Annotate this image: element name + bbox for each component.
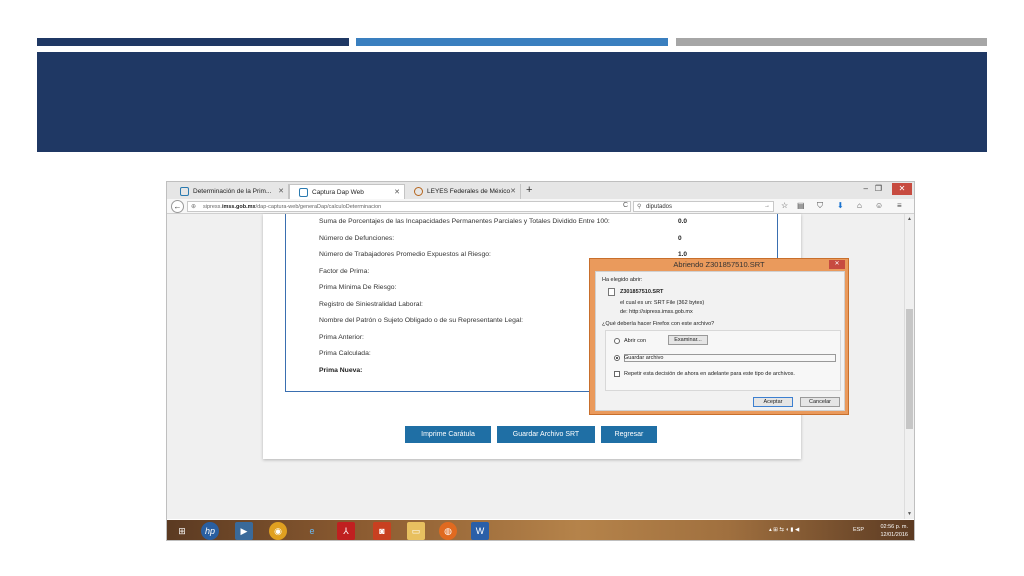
internet-explorer-icon[interactable]: e xyxy=(303,522,321,540)
imss-tab-icon xyxy=(180,187,189,196)
tab-label: LEYES Federales de México xyxy=(427,188,511,195)
pocket-icon[interactable]: ⛉ xyxy=(817,201,823,211)
tab-captura-dap[interactable]: Captura Dap Web ✕ xyxy=(289,184,405,199)
imss-tab-icon xyxy=(299,188,308,197)
tray-icons[interactable]: ▴ ⊞ ⇆ ◖ ▮ ◀ xyxy=(769,527,799,533)
nav-bar: ← ⊕ sipress.imss.gob.mx/dap-captura-web/… xyxy=(167,199,914,214)
reload-icon[interactable]: C xyxy=(623,202,628,209)
firefox-icon[interactable]: ◍ xyxy=(439,522,457,540)
row-label: Registro de Siniestralidad Laboral: xyxy=(319,301,423,308)
file-icon xyxy=(608,288,615,296)
hp-icon[interactable]: hp xyxy=(201,522,219,540)
action-group: Abrir con Examinar... Guardar archivo Re… xyxy=(605,330,841,391)
download-icon[interactable]: ⬇ xyxy=(837,201,844,210)
site-info-icon[interactable]: ⊕ xyxy=(191,203,196,210)
url-prefix: sipress. xyxy=(203,204,222,210)
remember-label: Repetir esta decisión de ahora en adelan… xyxy=(624,371,795,377)
minimize-icon[interactable]: – xyxy=(864,184,868,193)
home-icon[interactable]: ⌂ xyxy=(857,201,862,210)
chosen-label: Ha elegido abrir: xyxy=(602,277,643,283)
page-content: Suma de Porcentajes de las Incapacidades… xyxy=(167,214,906,519)
tab-determinacion[interactable]: Determinación de la Prim... ✕ xyxy=(171,184,289,199)
save-file-label: Guardar archivo xyxy=(624,355,664,361)
file-explorer-icon[interactable]: ▭ xyxy=(407,522,425,540)
close-tab-icon[interactable]: ✕ xyxy=(510,187,516,195)
row-label: Suma de Porcentajes de las Incapacidades… xyxy=(319,218,610,225)
row-label: Nombre del Patrón o Sujeto Obligado o de… xyxy=(319,317,524,324)
media-player-icon[interactable]: ▶ xyxy=(235,522,253,540)
save-file-radio[interactable] xyxy=(614,355,620,361)
row-label: Número de Defunciones: xyxy=(319,235,395,242)
close-tab-icon[interactable]: ✕ xyxy=(278,187,284,195)
scroll-up-icon[interactable]: ▲ xyxy=(907,216,912,222)
row-label: Número de Trabajadores Promedio Expuesto… xyxy=(319,251,491,258)
acrobat-icon[interactable]: ⅄ xyxy=(337,522,355,540)
url-host: imss.gob.mx xyxy=(221,204,256,210)
close-tab-icon[interactable]: ✕ xyxy=(394,188,400,196)
title-banner xyxy=(37,52,987,152)
scroll-down-icon[interactable]: ▼ xyxy=(907,511,912,517)
cancel-button[interactable]: Cancelar xyxy=(800,397,840,407)
window-close-icon[interactable]: ✕ xyxy=(892,183,912,195)
open-with-radio[interactable] xyxy=(614,338,620,344)
download-dialog: Abriendo Z301857510.SRT ✕ Ha elegido abr… xyxy=(589,258,849,415)
dialog-title: Abriendo Z301857510.SRT xyxy=(673,260,765,269)
row-value: 1.0 xyxy=(678,251,688,258)
page-scrollbar[interactable]: ▲ ▼ xyxy=(904,214,914,519)
dialog-body: Ha elegido abrir: Z301857510.SRT el cual… xyxy=(595,271,845,411)
search-icon: ⚲ xyxy=(637,204,642,210)
tab-label: Captura Dap Web xyxy=(312,189,364,196)
back-arrow-icon[interactable]: ← xyxy=(171,200,184,213)
row-label: Prima Mínima De Riesgo: xyxy=(319,284,397,291)
file-source: de: http://sipress.imss.gob.mx xyxy=(620,309,693,315)
row-label: Prima Calculada: xyxy=(319,350,371,357)
scroll-thumb[interactable] xyxy=(906,309,913,429)
clock-time: 02:56 p. m. xyxy=(880,524,908,530)
restore-icon[interactable]: ❐ xyxy=(875,184,882,193)
tab-leyes-federales[interactable]: LEYES Federales de México ✕ xyxy=(405,184,521,199)
header-bar-blue xyxy=(356,38,668,46)
row-label: Prima Anterior: xyxy=(319,334,364,341)
browse-button[interactable]: Examinar... xyxy=(668,335,708,345)
print-cover-button[interactable]: Imprime Carátula xyxy=(405,426,491,443)
windows-taskbar: ⊞ hp ▶ ◉ e ⅄ ◙ ▭ ◍ W ▴ ⊞ ⇆ ◖ ▮ ◀ ESP 02:… xyxy=(167,520,914,540)
reading-list-icon[interactable]: ▤ xyxy=(797,201,805,210)
url-path: /dap-captura-web/generaDap/calculoDeterm… xyxy=(255,204,382,210)
tab-label: Determinación de la Prim... xyxy=(193,188,272,195)
back-button[interactable]: Regresar xyxy=(601,426,657,443)
browser-screenshot: Determinación de la Prim... ✕ Captura Da… xyxy=(166,181,915,541)
row-label: Prima Nueva: xyxy=(319,367,363,374)
question-label: ¿Qué debería hacer Firefox con este arch… xyxy=(602,321,715,327)
header-bar-gray xyxy=(676,38,987,46)
word-icon[interactable]: W xyxy=(471,522,489,540)
windows-start-icon[interactable]: ⊞ xyxy=(173,522,191,540)
search-input[interactable]: ⚲ diputados → xyxy=(633,201,774,212)
menu-icon[interactable]: ≡ xyxy=(897,201,902,210)
open-with-label: Abrir con xyxy=(624,338,647,344)
row-value: 0.0 xyxy=(678,218,688,225)
file-name: Z301857510.SRT xyxy=(620,289,664,295)
save-srt-button[interactable]: Guardar Archivo SRT xyxy=(497,426,595,443)
row-label: Factor de Prima: xyxy=(319,268,370,275)
office-app-icon[interactable]: ◙ xyxy=(373,522,391,540)
url-bar[interactable]: ⊕ sipress.imss.gob.mx/dap-captura-web/ge… xyxy=(187,201,631,212)
bookmark-star-icon[interactable]: ☆ xyxy=(781,201,788,210)
clock-date: 12/01/2016 xyxy=(880,532,908,538)
header-bar-dark xyxy=(37,38,349,46)
chrome-icon[interactable]: ◉ xyxy=(269,522,287,540)
dialog-close-icon[interactable]: ✕ xyxy=(829,260,845,269)
file-type: el cual es un: SRT File (362 bytes) xyxy=(620,300,705,306)
new-tab-button[interactable]: + xyxy=(526,184,532,196)
globe-tab-icon xyxy=(414,187,423,196)
system-clock[interactable]: 02:56 p. m. 12/01/2016 xyxy=(880,523,908,539)
extension-icon[interactable]: ☺ xyxy=(875,201,883,210)
remember-checkbox[interactable] xyxy=(614,371,620,377)
accept-button[interactable]: Aceptar xyxy=(753,397,793,407)
language-indicator[interactable]: ESP xyxy=(853,527,864,533)
tab-bar: Determinación de la Prim... ✕ Captura Da… xyxy=(167,182,914,199)
search-value: diputados xyxy=(646,204,673,210)
go-arrow-icon[interactable]: → xyxy=(764,203,770,209)
row-value: 0 xyxy=(678,235,682,242)
